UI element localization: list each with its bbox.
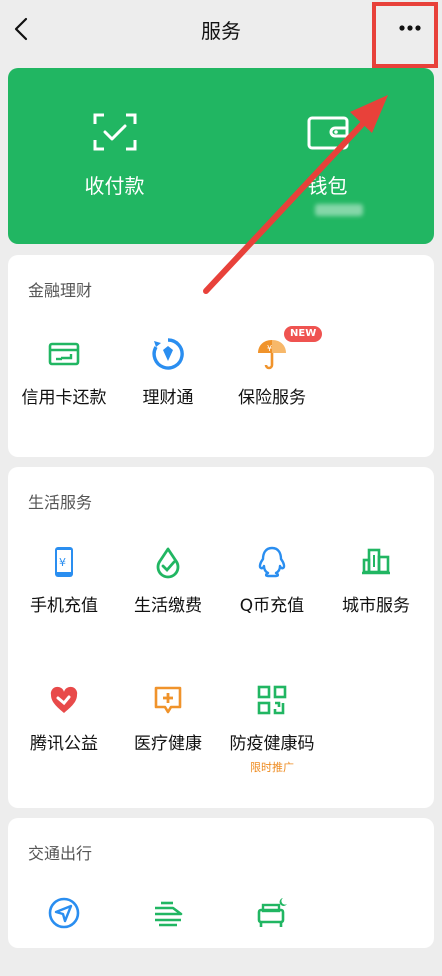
- qq-icon: [258, 546, 286, 578]
- item-label: 腾讯公益: [30, 734, 98, 754]
- transport-item-train[interactable]: [115, 896, 221, 976]
- navigation-icon: [48, 897, 80, 929]
- qrcode-icon: [257, 685, 287, 715]
- section-title: 金融理财: [28, 281, 93, 300]
- transport-item-navigation[interactable]: [11, 896, 117, 976]
- item-label: 生活缴费: [134, 596, 202, 616]
- promo-note: 限时推广: [250, 761, 294, 774]
- item-label: 手机充值: [30, 596, 98, 616]
- credit-card-icon: [48, 342, 80, 366]
- svg-text:¥: ¥: [59, 556, 66, 569]
- new-badge: NEW: [284, 326, 323, 342]
- insurance-item[interactable]: ¥ 保险服务: [219, 337, 325, 417]
- utility-icon: [156, 547, 180, 579]
- item-label: 理财通: [142, 388, 194, 408]
- item-label: 信用卡还款: [21, 388, 107, 408]
- item-label: Q币充值: [239, 596, 305, 616]
- item-label: 医疗健康: [134, 734, 202, 754]
- phone-icon: ¥: [55, 547, 73, 577]
- health-code-item[interactable]: 防疫健康码 限时推广: [219, 683, 325, 774]
- section-title: 生活服务: [28, 493, 93, 512]
- wallet-button[interactable]: 钱包: [221, 68, 434, 244]
- tencent-charity-item[interactable]: 腾讯公益: [11, 683, 117, 763]
- item-label: 城市服务: [342, 596, 410, 616]
- utility-payment-item[interactable]: 生活缴费: [115, 545, 221, 625]
- scan-check-icon: [93, 113, 136, 151]
- life-services-section: 生活服务 ¥ 手机充值 生活缴费 Q币充值 城市服务 腾讯公益 医疗健康 防疫健…: [8, 467, 434, 808]
- credit-card-repay-item[interactable]: 信用卡还款: [11, 337, 117, 417]
- pay-receive-label: 收付款: [84, 174, 145, 198]
- wealth-icon: [152, 338, 184, 370]
- blurred-balance: [315, 204, 363, 216]
- charity-icon: [50, 686, 78, 713]
- finance-section: 金融理财 信用卡还款 理财通 ¥ 保险服务 NEW: [8, 255, 434, 457]
- medical-health-item[interactable]: 医疗健康: [115, 683, 221, 763]
- svg-text:¥: ¥: [267, 344, 272, 353]
- wallet-icon: [307, 116, 348, 150]
- pay-receive-button[interactable]: 收付款: [8, 68, 221, 244]
- top-bar: 服务: [0, 0, 442, 68]
- section-title: 交通出行: [28, 844, 93, 863]
- mobile-recharge-item[interactable]: ¥ 手机充值: [11, 545, 117, 625]
- city-icon: [362, 548, 390, 575]
- item-label: 防疫健康码: [229, 734, 315, 754]
- wallet-panel: 收付款 钱包: [8, 68, 434, 244]
- qcoin-recharge-item[interactable]: Q币充值: [219, 545, 325, 625]
- insurance-icon: ¥: [258, 340, 286, 370]
- item-label: 保险服务: [238, 388, 306, 408]
- licaitong-item[interactable]: 理财通: [115, 337, 221, 417]
- train-icon: [155, 901, 183, 927]
- transport-section: 交通出行: [8, 818, 434, 948]
- wallet-label: 钱包: [307, 174, 348, 198]
- transport-item-hotel[interactable]: [219, 896, 325, 976]
- city-services-item[interactable]: 城市服务: [323, 545, 429, 625]
- highlight-box: [372, 2, 438, 68]
- hotel-icon: [257, 898, 287, 927]
- medical-icon: [154, 686, 182, 714]
